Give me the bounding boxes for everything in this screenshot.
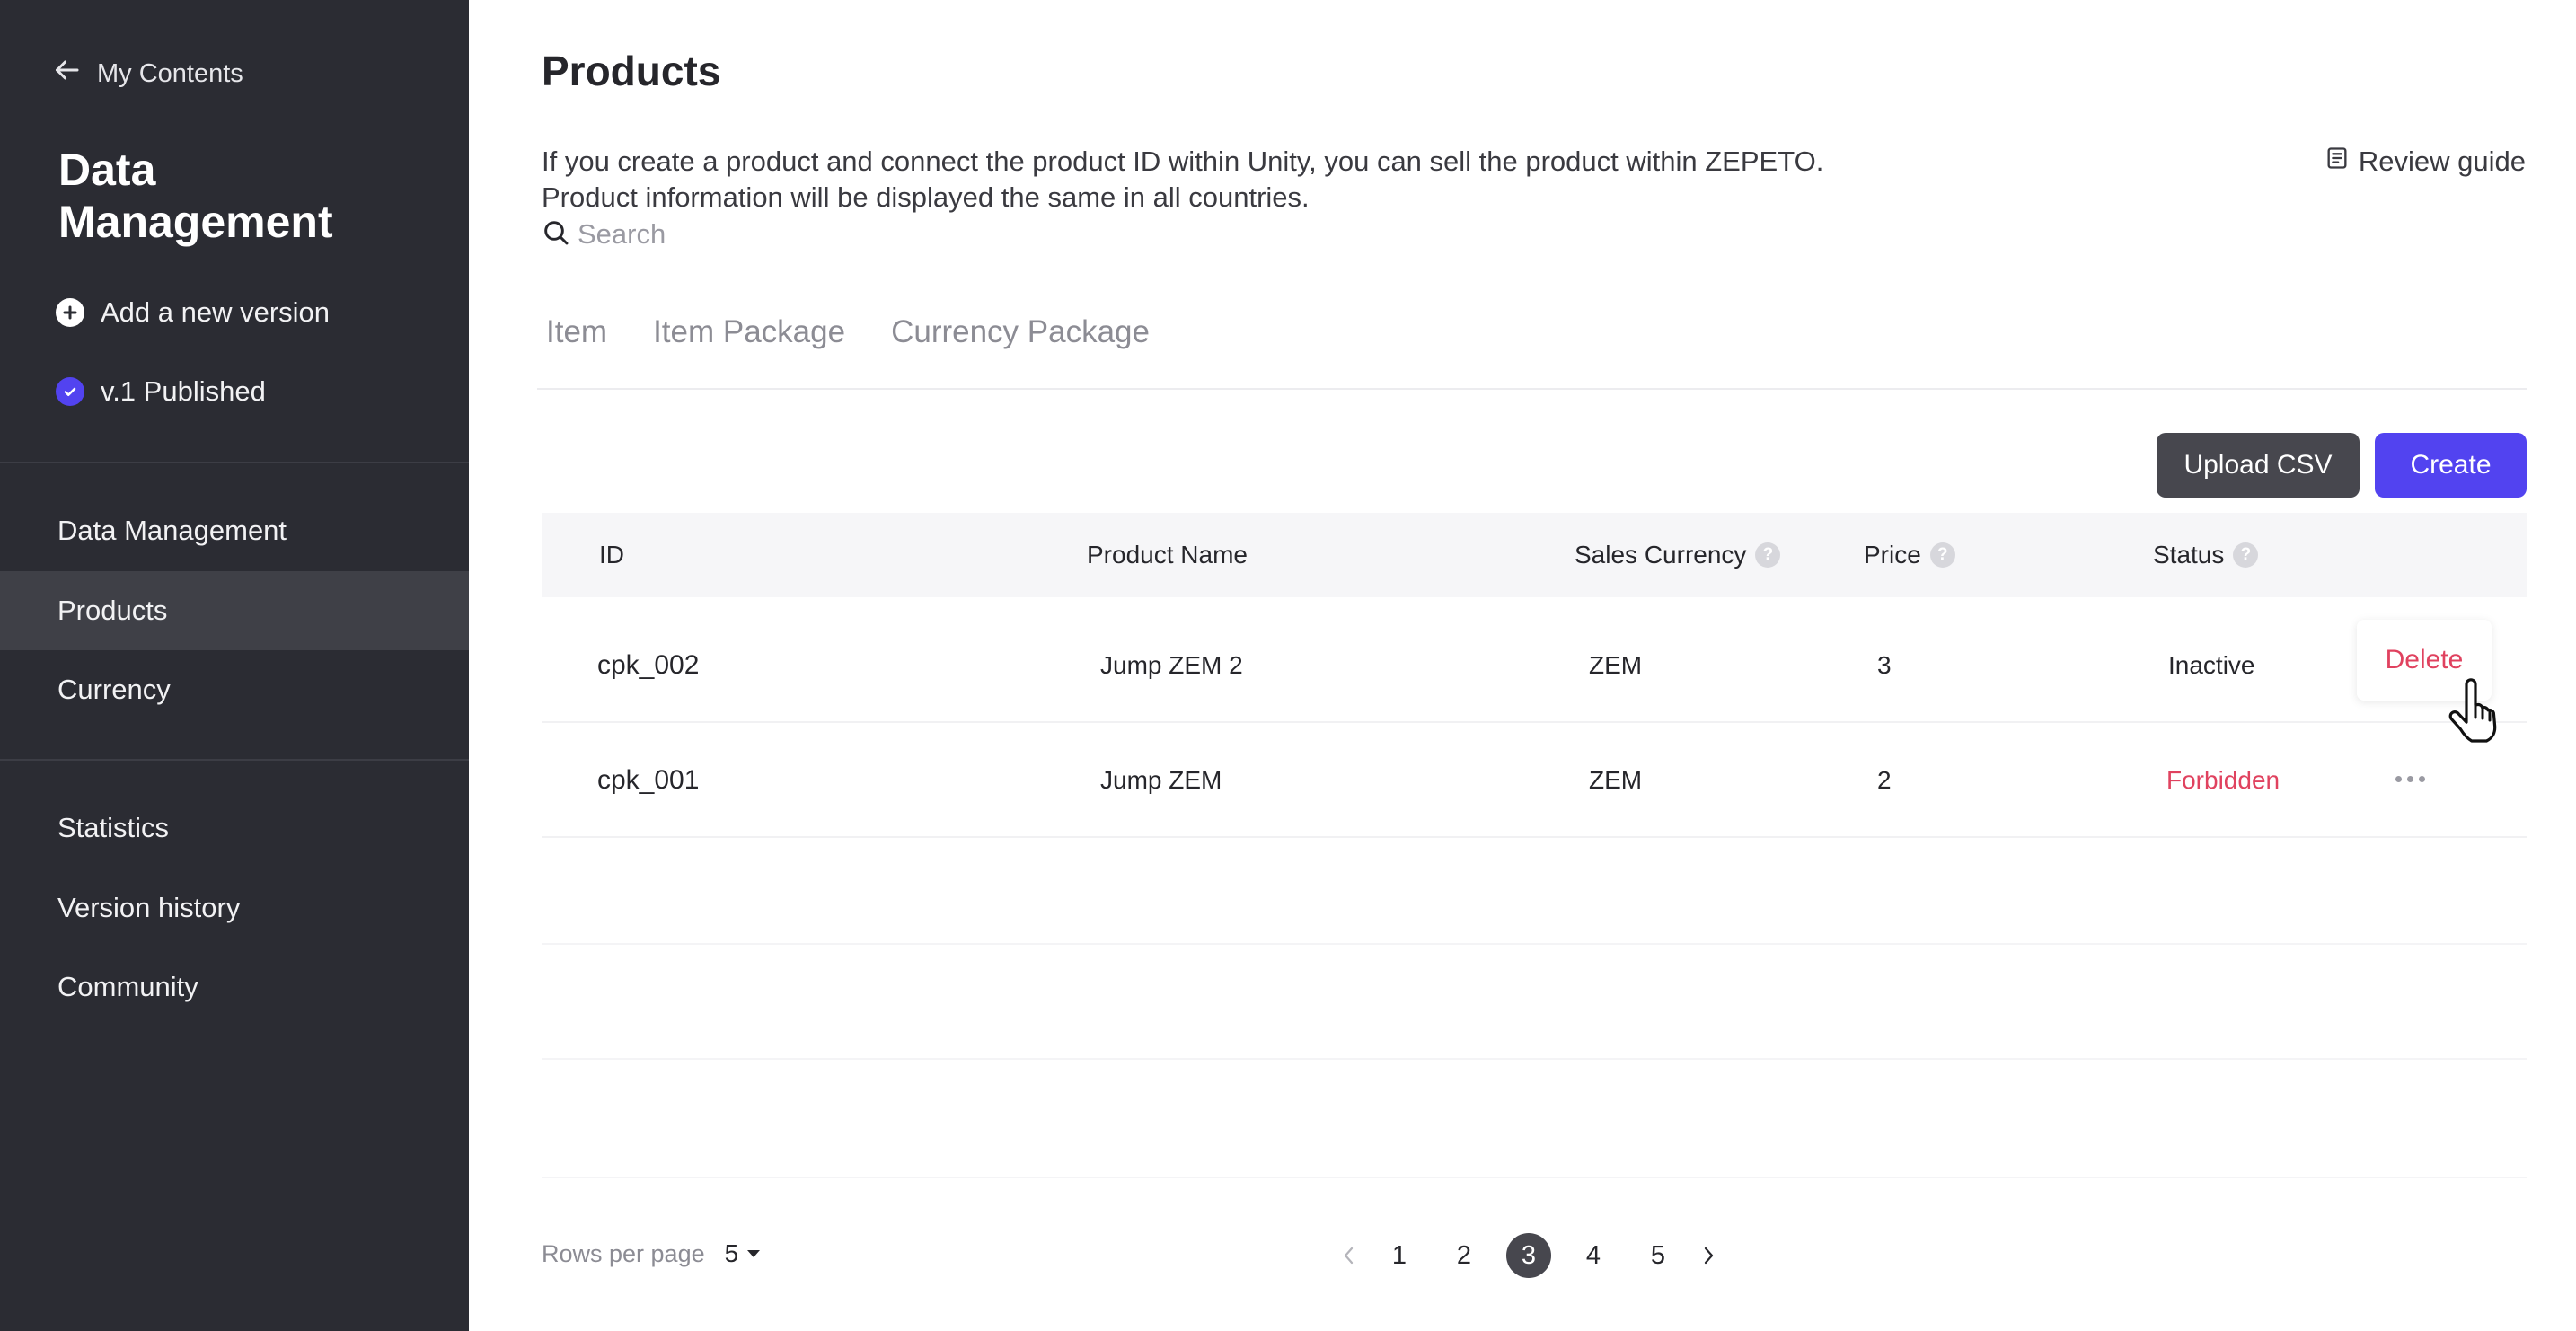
page-2-button[interactable]: 2 bbox=[1442, 1233, 1486, 1278]
header-label: Status bbox=[2153, 541, 2225, 569]
review-guide-link[interactable]: Review guide bbox=[2325, 144, 2526, 180]
question-icon[interactable]: ? bbox=[1929, 542, 1955, 568]
rows-per-page-value: 5 bbox=[724, 1239, 739, 1267]
sidebar: My Contents Data Management Add a new ve… bbox=[0, 0, 469, 1331]
table-header: ID Product Name Sales Currency ? Price ?… bbox=[542, 513, 2527, 597]
column-header-product-name: Product Name bbox=[1087, 513, 1248, 597]
cell-product-name: Jump ZEM 2 bbox=[1100, 651, 1243, 679]
page-5-button[interactable]: 5 bbox=[1636, 1233, 1681, 1278]
tab-item-package[interactable]: Item Package bbox=[648, 314, 845, 365]
review-guide-label: Review guide bbox=[2358, 145, 2526, 177]
chevron-right-icon[interactable] bbox=[1690, 1232, 1726, 1279]
back-link-label: My Contents bbox=[97, 58, 243, 88]
sidebar-item-currency[interactable]: Currency bbox=[0, 650, 469, 729]
product-type-tabs: Item Item Package Currency Package bbox=[542, 314, 1191, 365]
sidebar-item-community[interactable]: Community bbox=[0, 948, 469, 1027]
table-row[interactable]: cpk_002 Jump ZEM 2 ZEM 3 Inactive bbox=[542, 608, 2527, 723]
header-label: Sales Currency bbox=[1575, 541, 1747, 569]
dot bbox=[2395, 775, 2402, 782]
add-new-version-button[interactable]: Add a new version bbox=[56, 293, 330, 332]
chevron-left-icon[interactable] bbox=[1331, 1232, 1367, 1279]
question-icon[interactable]: ? bbox=[1755, 542, 1781, 568]
cell-status: Inactive bbox=[2168, 651, 2255, 679]
sidebar-title: Data Management bbox=[58, 145, 333, 247]
cell-sales-currency: ZEM bbox=[1589, 651, 1643, 679]
header-label: ID bbox=[599, 541, 624, 569]
back-to-my-contents-link[interactable]: My Contents bbox=[50, 56, 243, 92]
search-bar bbox=[542, 216, 991, 253]
add-new-version-label: Add a new version bbox=[101, 296, 331, 328]
sidebar-item-statistics[interactable]: Statistics bbox=[0, 789, 469, 868]
column-header-sales-currency: Sales Currency ? bbox=[1575, 513, 1781, 597]
sidebar-item-label: Statistics bbox=[57, 812, 170, 843]
dot bbox=[2406, 775, 2413, 782]
sidebar-item-label: Community bbox=[57, 971, 198, 1002]
cell-sales-currency: ZEM bbox=[1589, 766, 1643, 794]
tabs-divider bbox=[537, 388, 2527, 390]
table-row[interactable]: cpk_001 Jump ZEM ZEM 2 Forbidden bbox=[542, 723, 2527, 838]
page-4-button[interactable]: 4 bbox=[1571, 1233, 1616, 1278]
document-icon bbox=[2325, 145, 2350, 178]
description-line-1: If you create a product and connect the … bbox=[542, 145, 1824, 177]
create-button[interactable]: Create bbox=[2375, 433, 2527, 498]
sidebar-item-data-management[interactable]: Data Management bbox=[0, 491, 469, 570]
empty-row-divider bbox=[542, 1177, 2527, 1178]
sidebar-item-version-history[interactable]: Version history bbox=[0, 868, 469, 948]
cell-id: cpk_002 bbox=[597, 650, 700, 680]
hand-pointer-icon bbox=[2448, 678, 2497, 743]
cell-id: cpk_001 bbox=[597, 765, 700, 795]
rows-per-page-label: Rows per page bbox=[542, 1239, 705, 1267]
column-header-id: ID bbox=[599, 513, 624, 597]
page-1-button[interactable]: 1 bbox=[1377, 1233, 1422, 1278]
column-header-status: Status ? bbox=[2153, 513, 2259, 597]
search-input[interactable] bbox=[578, 218, 973, 251]
page-description: If you create a product and connect the … bbox=[542, 144, 1823, 216]
empty-row-divider bbox=[542, 1058, 2527, 1060]
rows-per-page: Rows per page 5 bbox=[542, 1236, 762, 1272]
plus-circle-icon bbox=[56, 298, 84, 327]
rows-per-page-select[interactable]: 5 bbox=[725, 1239, 763, 1268]
cell-product-name: Jump ZEM bbox=[1100, 766, 1222, 794]
column-header-price: Price ? bbox=[1864, 513, 1955, 597]
tab-item[interactable]: Item bbox=[542, 314, 607, 365]
sidebar-item-label: Products bbox=[57, 595, 168, 626]
cell-price: 3 bbox=[1877, 651, 1892, 679]
arrow-left-icon bbox=[50, 54, 83, 93]
dot bbox=[2418, 775, 2425, 782]
tab-currency-package[interactable]: Currency Package bbox=[887, 314, 1150, 365]
upload-csv-button[interactable]: Upload CSV bbox=[2157, 433, 2360, 498]
sidebar-item-label: Currency bbox=[57, 674, 171, 705]
cell-price: 2 bbox=[1877, 766, 1892, 794]
sidebar-item-products[interactable]: Products bbox=[0, 571, 469, 650]
cell-status: Forbidden bbox=[2166, 766, 2280, 794]
question-icon[interactable]: ? bbox=[2233, 542, 2259, 568]
published-version-label: v.1 Published bbox=[101, 375, 266, 407]
sidebar-divider bbox=[0, 759, 469, 761]
description-line-2: Product information will be displayed th… bbox=[542, 181, 1310, 213]
header-label: Price bbox=[1864, 541, 1921, 569]
sidebar-item-label: Version history bbox=[57, 892, 241, 923]
sidebar-divider bbox=[0, 462, 469, 463]
search-icon bbox=[542, 218, 570, 251]
page-3-button[interactable]: 3 bbox=[1506, 1233, 1551, 1278]
empty-row-divider bbox=[542, 943, 2527, 945]
sidebar-item-label: Data Management bbox=[57, 515, 287, 546]
more-dots-icon[interactable] bbox=[2385, 759, 2435, 798]
check-circle-icon bbox=[56, 377, 84, 406]
caret-down-icon bbox=[747, 1250, 761, 1257]
header-label: Product Name bbox=[1087, 541, 1248, 569]
pagination: 1 2 3 4 5 bbox=[1331, 1232, 1726, 1279]
version-published-status[interactable]: v.1 Published bbox=[56, 372, 266, 411]
page-title: Products bbox=[542, 48, 721, 94]
